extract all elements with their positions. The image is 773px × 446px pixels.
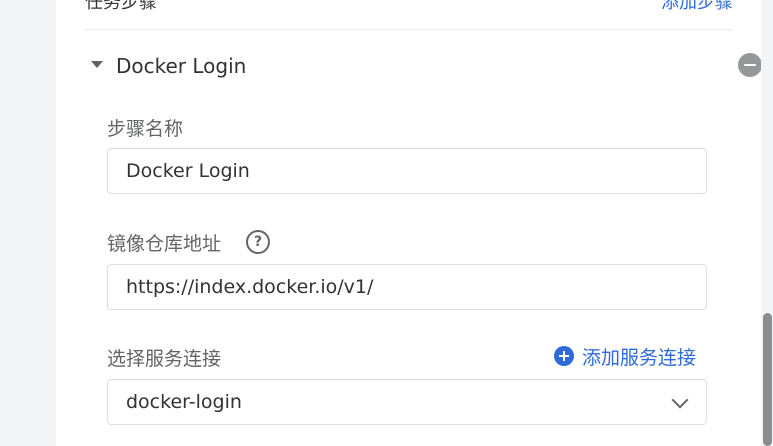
service-connection-select[interactable]: docker-login — [107, 379, 707, 425]
service-connection-label: 选择服务连接 — [107, 348, 222, 370]
registry-url-label: 镜像仓库地址 — [107, 233, 222, 255]
scrollbar-thumb[interactable] — [763, 313, 772, 446]
collapse-caret-icon[interactable] — [91, 61, 103, 68]
step-header[interactable]: Docker Login — [91, 52, 761, 82]
plus-circle-icon — [554, 346, 574, 366]
step-name-label: 步骤名称 — [107, 118, 184, 140]
step-editor-panel: 任务步骤 添加步骤 Docker Login 步骤名称 Docker Login… — [56, 0, 761, 446]
step-name-input[interactable]: Docker Login — [107, 148, 707, 194]
section-divider — [85, 29, 733, 30]
add-service-connection-label: 添加服务连接 — [582, 346, 697, 369]
service-connection-value: docker-login — [126, 391, 242, 413]
section-header: 任务步骤 添加步骤 — [85, 0, 733, 16]
help-icon[interactable]: ? — [246, 230, 270, 254]
chevron-down-icon — [671, 391, 689, 409]
add-step-link[interactable]: 添加步骤 — [661, 0, 733, 14]
remove-step-icon[interactable] — [738, 53, 761, 77]
section-title: 任务步骤 — [85, 0, 157, 13]
registry-url-input[interactable]: https://index.docker.io/v1/ — [107, 264, 707, 310]
step-title: Docker Login — [116, 54, 247, 78]
add-service-connection-button[interactable]: 添加服务连接 — [554, 343, 696, 369]
